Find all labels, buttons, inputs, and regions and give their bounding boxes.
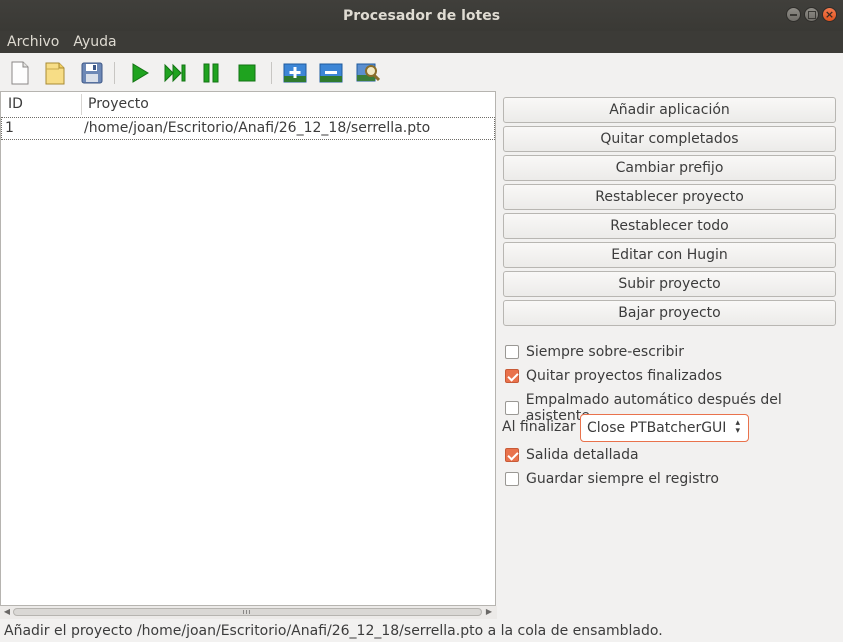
reset-all-button[interactable]: Restablecer todo — [503, 213, 836, 239]
move-project-down-button[interactable]: Bajar proyecto — [503, 300, 836, 326]
status-bar: Añadir el proyecto /home/joan/Escritorio… — [4, 623, 663, 639]
edit-with-hugin-button[interactable]: Editar con Hugin — [503, 242, 836, 268]
column-header-project[interactable]: Proyecto — [88, 96, 149, 112]
horizontal-scrollbar[interactable]: ◀ ▶ — [0, 606, 497, 619]
open-batch-icon[interactable] — [43, 61, 67, 85]
pause-icon[interactable] — [199, 61, 223, 85]
remove-completed-button[interactable]: Quitar completados — [503, 126, 836, 152]
menu-bar: Archivo Ayuda — [0, 31, 843, 53]
search-projects-icon[interactable] — [356, 61, 380, 85]
skip-icon[interactable] — [163, 61, 187, 85]
row-project-path: /home/joan/Escritorio/Anafi/26_12_18/ser… — [84, 120, 431, 136]
table-row[interactable]: 1 /home/joan/Escritorio/Anafi/26_12_18/s… — [1, 117, 495, 140]
close-button[interactable]: × — [822, 7, 837, 22]
scrollbar-thumb[interactable] — [13, 608, 482, 616]
overwrite-label: Siempre sobre-escribir — [526, 344, 685, 360]
remove-finished-option[interactable]: Quitar proyectos finalizados — [505, 368, 722, 384]
toolbar-separator — [114, 62, 115, 84]
stop-icon[interactable] — [235, 61, 259, 85]
row-id: 1 — [5, 120, 14, 136]
change-prefix-button[interactable]: Cambiar prefijo — [503, 155, 836, 181]
add-application-button[interactable]: Añadir aplicación — [503, 97, 836, 123]
menu-archivo[interactable]: Archivo — [0, 34, 66, 50]
scroll-right-icon[interactable]: ▶ — [484, 607, 494, 617]
grip-line — [246, 610, 247, 614]
column-header-id[interactable]: ID — [8, 96, 23, 112]
add-project-icon[interactable] — [283, 61, 307, 85]
minimize-icon — [790, 13, 797, 16]
new-batch-icon[interactable] — [8, 61, 32, 85]
on-finish-label: Al finalizar — [502, 419, 576, 435]
reset-project-button[interactable]: Restablecer proyecto — [503, 184, 836, 210]
project-table[interactable]: ID Proyecto 1 /home/joan/Escritorio/Anaf… — [0, 91, 496, 606]
remove-finished-checkbox[interactable] — [505, 369, 519, 383]
maximize-button[interactable] — [804, 7, 819, 22]
title-bar: Procesador de lotes × — [0, 0, 843, 31]
move-project-up-button[interactable]: Subir proyecto — [503, 271, 836, 297]
updown-arrows-icon: ▴ ▾ — [735, 418, 740, 436]
toolbar-separator — [271, 62, 272, 84]
window-controls: × — [786, 7, 837, 22]
on-finish-value: Close PTBatcherGUI — [587, 420, 727, 436]
on-finish-select[interactable]: Close PTBatcherGUI ▴ ▾ — [580, 414, 749, 442]
minimize-button[interactable] — [786, 7, 801, 22]
remove-project-icon[interactable] — [319, 61, 343, 85]
grip-line — [243, 610, 244, 614]
scroll-left-icon[interactable]: ◀ — [2, 607, 12, 617]
overwrite-checkbox[interactable] — [505, 345, 519, 359]
maximize-icon — [807, 10, 816, 19]
always-log-label: Guardar siempre el registro — [526, 471, 719, 487]
always-log-option[interactable]: Guardar siempre el registro — [505, 471, 719, 487]
verbose-option[interactable]: Salida detallada — [505, 447, 639, 463]
close-icon: × — [824, 8, 835, 21]
remove-finished-label: Quitar proyectos finalizados — [526, 368, 723, 384]
auto-stitch-checkbox[interactable] — [505, 401, 519, 415]
column-divider — [81, 94, 82, 115]
toolbar — [0, 53, 843, 91]
grip-line — [249, 610, 250, 614]
menu-ayuda[interactable]: Ayuda — [66, 34, 123, 50]
verbose-label: Salida detallada — [526, 447, 639, 463]
table-header: ID Proyecto — [1, 92, 495, 118]
overwrite-option[interactable]: Siempre sobre-escribir — [505, 344, 684, 360]
start-icon[interactable] — [128, 61, 152, 85]
save-batch-icon[interactable] — [80, 61, 104, 85]
window-title: Procesador de lotes — [342, 7, 501, 24]
always-log-checkbox[interactable] — [505, 472, 519, 486]
verbose-checkbox[interactable] — [505, 448, 519, 462]
